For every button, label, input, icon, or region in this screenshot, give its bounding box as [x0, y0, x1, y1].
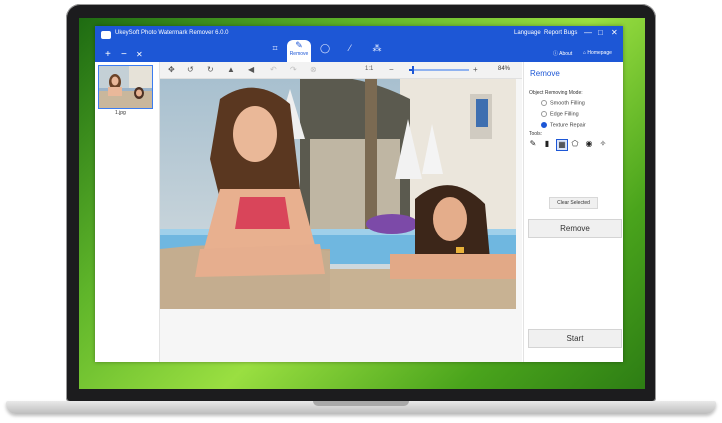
tab-key[interactable]: ⁂	[365, 43, 389, 61]
drop-icon: ◯	[319, 43, 331, 53]
zoom-slider-handle[interactable]	[412, 66, 414, 74]
tab-blur[interactable]: ◯	[313, 43, 337, 61]
reset-icon[interactable]: ⊗	[310, 65, 317, 74]
edited-photo	[160, 79, 516, 309]
close-button[interactable]: ✕	[611, 28, 618, 37]
about-link[interactable]: ⓘ About	[553, 50, 572, 57]
title-bar: UkeySoft Photo Watermark Remover 6.0.0 L…	[95, 26, 623, 62]
thumbnail-panel: 1.jpg	[95, 62, 160, 362]
home-icon: ⌂	[583, 50, 587, 56]
add-file-button[interactable]: +	[105, 50, 111, 60]
brush-icon: ⁄	[349, 43, 351, 53]
homepage-link[interactable]: ⌂ Homepage	[583, 50, 612, 56]
thumbnail-image	[99, 66, 152, 108]
tab-remove[interactable]: ✎ Remove	[287, 40, 311, 62]
ratio-button[interactable]: 1:1	[365, 66, 373, 72]
maximize-button[interactable]: □	[598, 28, 603, 37]
move-icon[interactable]: ✥	[168, 65, 175, 74]
desktop-screen: UkeySoft Photo Watermark Remover 6.0.0 L…	[79, 18, 645, 389]
key-icon: ⁂	[372, 43, 382, 53]
info-icon: ⓘ	[553, 51, 559, 57]
mode-edge-filling[interactable]: Edge Filling	[541, 111, 579, 117]
thumbnail-item[interactable]	[98, 65, 153, 109]
redo-icon[interactable]: ↷	[290, 65, 297, 74]
rotate-right-icon[interactable]: ↻	[207, 65, 214, 74]
tab-remove-label: Remove	[289, 51, 309, 57]
flip-icon[interactable]: ▲	[227, 65, 235, 74]
canvas-toolbar: ✥ ↺ ↻ ▲ ◀ ↶ ↷ ⊗ 1:1 − + 84%	[160, 62, 522, 79]
minimize-button[interactable]: —	[584, 28, 592, 37]
panel-title: Remove	[530, 69, 560, 78]
mode-label: Object Removing Mode:	[529, 90, 583, 96]
fill-bucket-icon[interactable]: ◉	[584, 139, 594, 149]
image-canvas[interactable]	[160, 79, 522, 362]
eraser-icon: ✎	[295, 40, 303, 50]
settings-panel: Remove Object Removing Mode: Smooth Fill…	[523, 62, 623, 362]
tools-label: Tools:	[529, 131, 543, 137]
language-menu[interactable]: Language	[514, 30, 541, 36]
remove-file-button[interactable]: −	[121, 50, 127, 60]
eraser-icon[interactable]: ▮	[542, 139, 552, 149]
rotate-left-icon[interactable]: ↺	[187, 65, 194, 74]
laptop-notch	[313, 401, 409, 406]
zoom-out-button[interactable]: −	[389, 65, 394, 74]
app-title: UkeySoft Photo Watermark Remover 6.0.0	[115, 30, 229, 36]
clear-files-button[interactable]: ✕	[136, 50, 143, 60]
zoom-percentage: 84%	[498, 66, 511, 72]
undo-icon[interactable]: ↶	[270, 65, 277, 74]
report-bugs-link[interactable]: Report Bugs	[544, 30, 577, 36]
polygon-select-icon[interactable]: ⬠	[570, 139, 580, 149]
start-button[interactable]: Start	[528, 329, 622, 348]
mode-smooth-filling[interactable]: Smooth Filling	[541, 100, 585, 106]
flip-vertical-icon[interactable]: ◀	[248, 65, 254, 74]
app-window: UkeySoft Photo Watermark Remover 6.0.0 L…	[95, 26, 623, 362]
radio-selected-icon	[541, 122, 547, 128]
remove-button[interactable]: Remove	[528, 219, 622, 238]
zoom-in-button[interactable]: +	[473, 65, 478, 74]
mode-texture-repair[interactable]: Texture Repair	[541, 122, 586, 128]
crop-icon: ⌗	[272, 43, 278, 53]
app-logo-icon	[101, 31, 111, 39]
rectangle-select-icon[interactable]: ▦	[556, 139, 568, 151]
radio-icon	[541, 111, 547, 117]
thumbnail-filename: 1.jpg	[115, 110, 126, 116]
zoom-slider[interactable]	[409, 66, 469, 74]
tab-brush[interactable]: ⁄	[338, 43, 362, 61]
radio-icon	[541, 100, 547, 106]
clear-selected-button[interactable]: Clear Selected	[549, 197, 598, 209]
brush-icon[interactable]: ✎	[528, 139, 538, 149]
tab-crop[interactable]: ⌗	[263, 43, 287, 61]
magic-wand-icon[interactable]: ✧	[598, 139, 608, 149]
